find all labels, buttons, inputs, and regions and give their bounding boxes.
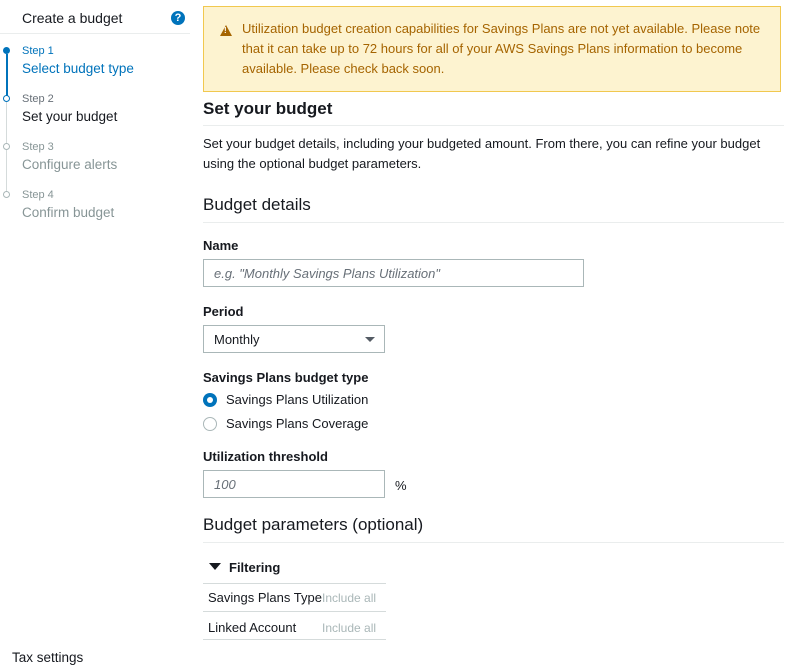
period-select[interactable]: Monthly	[203, 325, 385, 353]
caret-down-icon[interactable]	[209, 563, 221, 570]
filtering-toggle[interactable]: Filtering	[229, 560, 280, 575]
percent-unit: %	[395, 478, 407, 493]
radio-label-utilization[interactable]: Savings Plans Utilization	[226, 392, 368, 407]
step-number: Step 1	[22, 45, 54, 57]
step-dot-icon	[3, 95, 10, 102]
help-icon[interactable]: ?	[171, 11, 185, 25]
warning-icon	[220, 25, 232, 36]
alert-message: Utilization budget creation capabilities…	[242, 21, 761, 76]
step-connector	[6, 150, 7, 192]
filter-value-link[interactable]: Include all	[322, 621, 376, 635]
threshold-input[interactable]: 100	[203, 470, 385, 498]
threshold-label: Utilization threshold	[203, 449, 328, 464]
budget-parameters-heading: Budget parameters (optional)	[203, 515, 424, 534]
divider	[203, 125, 784, 126]
step-number: Step 4	[22, 189, 54, 201]
step-connector	[6, 102, 7, 144]
radio-savings-plans-utilization[interactable]	[203, 393, 217, 407]
warning-alert: Utilization budget creation capabilities…	[203, 6, 781, 92]
sidebar-divider	[0, 33, 190, 34]
budget-type-label: Savings Plans budget type	[203, 370, 369, 385]
radio-label-coverage[interactable]: Savings Plans Coverage	[226, 416, 368, 431]
step-name: Configure alerts	[22, 157, 118, 172]
step-name: Confirm budget	[22, 205, 115, 220]
budget-name-input[interactable]: e.g. "Monthly Savings Plans Utilization"	[203, 259, 584, 287]
step-dot-icon	[3, 47, 10, 54]
step-number: Step 3	[22, 141, 54, 153]
radio-savings-plans-coverage[interactable]	[203, 417, 217, 431]
budget-details-heading: Budget details	[203, 195, 311, 214]
page-description: Set your budget details, including your …	[203, 136, 761, 171]
filter-name: Linked Account	[208, 620, 297, 635]
divider	[203, 542, 784, 543]
wizard-sidebar: Create a budget ? Step 1 Select budget t…	[0, 0, 190, 669]
filter-name: Savings Plans Type	[208, 590, 322, 605]
tax-settings-link[interactable]: Tax settings	[12, 650, 83, 665]
name-label: Name	[203, 238, 239, 253]
step-name: Set your budget	[22, 109, 118, 124]
period-value: Monthly	[214, 332, 260, 347]
chevron-down-icon	[365, 337, 375, 342]
filter-value-link[interactable]: Include all	[322, 591, 376, 605]
page-title: Set your budget	[203, 99, 333, 118]
filter-divider	[203, 611, 386, 612]
step-connector	[6, 54, 8, 96]
step-link[interactable]: Select budget type	[22, 61, 134, 76]
sidebar-title: Create a budget	[22, 10, 123, 26]
step-dot-icon	[3, 191, 10, 198]
filter-divider	[203, 583, 386, 584]
divider	[203, 222, 784, 223]
filter-divider	[203, 639, 386, 640]
step-number: Step 2	[22, 93, 54, 105]
step-dot-icon	[3, 143, 10, 150]
period-label: Period	[203, 304, 244, 319]
